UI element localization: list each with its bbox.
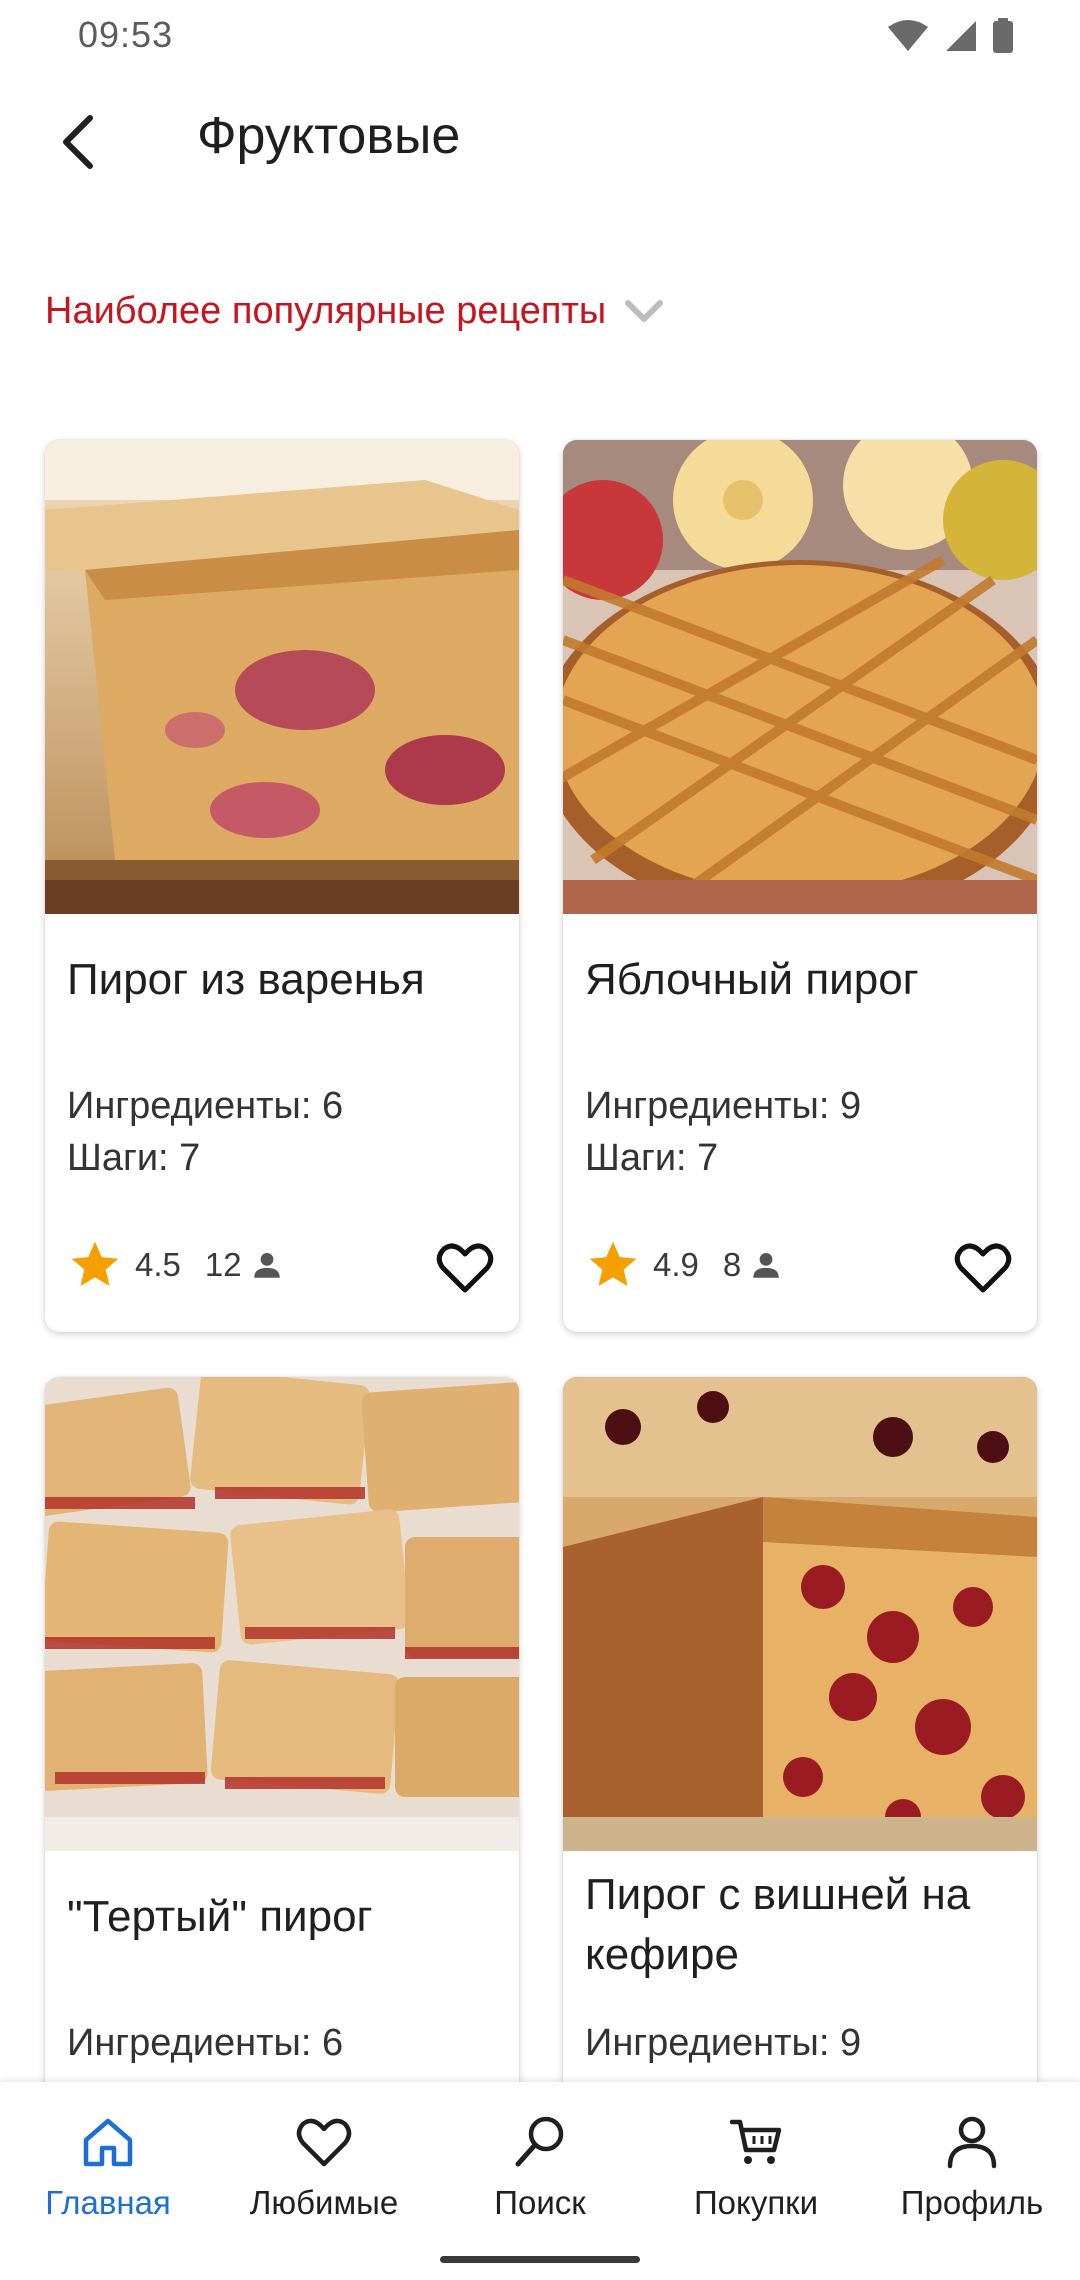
recipe-card-grated-pie[interactable]: "Тертый" пирог Ингредиенты: 6 [45,1377,519,2177]
nav-item-shopping[interactable]: Покупки [648,2082,864,2280]
recipe-card-apple-pie[interactable]: Яблочный пирог Ингредиенты: 9 Шаги: 7 4.… [563,440,1037,1332]
nav-item-search[interactable]: Поиск [432,2082,648,2280]
nav-label: Любимые [249,2184,399,2221]
favorite-button[interactable] [433,1236,497,1300]
star-icon [589,1241,637,1286]
nav-item-home[interactable]: Главная [0,2082,216,2280]
recipe-image-cherry-kefir-pie [563,1377,1037,1851]
favorite-button[interactable] [951,1236,1015,1300]
recipe-image-apple-pie [563,440,1037,914]
recipe-title: Яблочный пирог [585,955,919,1004]
recipe-image-jam-pie [45,440,519,914]
recipe-ingredients: Ингредиенты: 9 [585,2022,862,2064]
page-title: Фруктовые [197,107,461,165]
rating-value: 4.9 [653,1246,699,1283]
search-icon [515,2116,564,2167]
recipe-ingredients: Ингредиенты: 6 [67,1085,344,1127]
chevron-down-icon [625,299,664,322]
back-button[interactable] [40,104,116,180]
heart-outline-icon [436,1243,494,1293]
recipe-card-jam-pie[interactable]: Пирог из варенья Ингредиенты: 6 Шаги: 7 … [45,440,519,1332]
nav-label: Главная [45,2184,171,2221]
nav-label: Покупки [693,2184,819,2221]
star-icon [71,1241,119,1286]
recipe-footer: 4.9 8 [585,1230,1015,1300]
wifi-icon [888,20,928,51]
nav-label: Профиль [900,2184,1044,2221]
person-icon [253,1252,280,1278]
status-bar: 09:53 [0,0,1080,70]
home-icon [83,2118,133,2167]
nav-item-profile[interactable]: Профиль [864,2082,1080,2280]
recipe-title: Пирог из варенья [67,955,425,1004]
heart-icon [296,2118,352,2167]
recipe-ingredients: Ингредиенты: 9 [585,1085,862,1127]
recipe-title: Пирог с вишней на кефире [585,1870,971,1979]
signal-icon [946,21,976,51]
bottom-navigation: Главная Любимые Поиск Покупки Профиль [0,2082,1080,2280]
recipe-footer: 4.5 12 [67,1230,497,1300]
recipe-ingredients: Ингредиенты: 6 [67,2022,344,2064]
battery-icon [993,18,1013,53]
person-icon [753,1252,779,1278]
recipe-card-cherry-kefir-pie[interactable]: Пирог с вишней на кефире Ингредиенты: 9 [563,1377,1037,2177]
votes-count: 8 [722,1246,742,1283]
app-bar: Фруктовые [0,90,1080,190]
screen: 09:53 Фруктовые Наиболее популярные реце… [0,0,1080,2280]
recipe-steps: Шаги: 7 [585,1137,719,1179]
home-indicator[interactable] [440,2256,640,2263]
votes-count: 12 [204,1246,242,1283]
nav-label: Поиск [494,2184,586,2221]
heart-outline-icon [954,1243,1012,1293]
status-icons [886,18,1014,54]
cart-icon [729,2119,782,2164]
sort-label: Наиболее популярные рецепты [45,290,607,332]
arrow-back-icon [63,115,93,169]
recipe-image-grated-pie [45,1377,519,1851]
rating-value: 4.5 [135,1246,181,1283]
recipe-title: "Тертый" пирог [67,1892,373,1941]
recipe-steps: Шаги: 7 [67,1137,201,1179]
status-time: 09:53 [78,14,174,55]
nav-item-favorites[interactable]: Любимые [216,2082,432,2280]
sort-dropdown[interactable]: Наиболее популярные рецепты [45,290,664,333]
profile-icon [947,2116,997,2169]
